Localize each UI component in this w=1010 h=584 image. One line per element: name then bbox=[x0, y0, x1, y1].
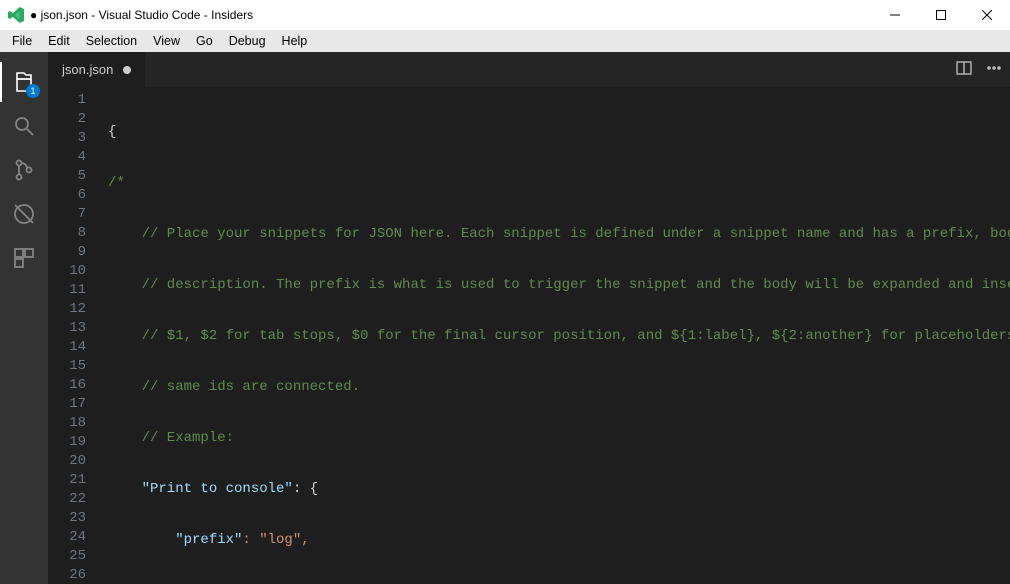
dirty-indicator-icon bbox=[123, 66, 131, 74]
vscode-insiders-icon bbox=[8, 7, 24, 23]
code-text: // Example: bbox=[108, 430, 234, 446]
tab-bar: json.json bbox=[48, 52, 1010, 87]
activity-explorer[interactable]: 1 bbox=[0, 60, 48, 104]
menu-edit[interactable]: Edit bbox=[40, 30, 78, 52]
activity-search[interactable] bbox=[0, 104, 48, 148]
code-text: // same ids are connected. bbox=[108, 379, 360, 395]
activity-bar: 1 bbox=[0, 52, 48, 584]
explorer-badge: 1 bbox=[26, 84, 40, 98]
editor: json.json 1 2 3 4 5 6 7 bbox=[48, 52, 1010, 584]
line-number-gutter: 1 2 3 4 5 6 7 8 9 10 11 12 13 14 15 16 1… bbox=[48, 91, 104, 584]
split-editor-icon[interactable] bbox=[956, 60, 972, 79]
line-number: 21 bbox=[48, 471, 86, 490]
line-number: 26 bbox=[48, 566, 86, 584]
code-area[interactable]: 1 2 3 4 5 6 7 8 9 10 11 12 13 14 15 16 1… bbox=[48, 87, 1010, 584]
line-number: 8 bbox=[48, 224, 86, 243]
code-text: { bbox=[108, 124, 116, 140]
code-text: "Print to console" bbox=[108, 481, 293, 497]
close-button[interactable] bbox=[964, 0, 1010, 30]
line-number: 2 bbox=[48, 110, 86, 129]
menu-bar: File Edit Selection View Go Debug Help bbox=[0, 30, 1010, 52]
code-text: /* bbox=[108, 175, 125, 191]
line-number: 24 bbox=[48, 528, 86, 547]
window-title: ● json.json - Visual Studio Code - Insid… bbox=[30, 8, 253, 22]
line-number: 13 bbox=[48, 319, 86, 338]
menu-view[interactable]: View bbox=[145, 30, 188, 52]
tab-json-json[interactable]: json.json bbox=[48, 52, 145, 87]
tab-label: json.json bbox=[62, 62, 113, 77]
line-number: 14 bbox=[48, 338, 86, 357]
title-bar: ● json.json - Visual Studio Code - Insid… bbox=[0, 0, 1010, 30]
line-number: 4 bbox=[48, 148, 86, 167]
line-number: 17 bbox=[48, 395, 86, 414]
line-number: 20 bbox=[48, 452, 86, 471]
menu-debug[interactable]: Debug bbox=[221, 30, 274, 52]
line-number: 23 bbox=[48, 509, 86, 528]
code-text: // description. The prefix is what is us… bbox=[108, 277, 1010, 293]
line-number: 5 bbox=[48, 167, 86, 186]
code-text: // Place your snippets for JSON here. Ea… bbox=[108, 226, 1010, 242]
more-actions-icon[interactable] bbox=[986, 60, 1002, 79]
menu-go[interactable]: Go bbox=[188, 30, 221, 52]
line-number: 7 bbox=[48, 205, 86, 224]
maximize-button[interactable] bbox=[918, 0, 964, 30]
line-number: 12 bbox=[48, 300, 86, 319]
line-number: 6 bbox=[48, 186, 86, 205]
line-number: 15 bbox=[48, 357, 86, 376]
code-text: // $1, $2 for tab stops, $0 for the fina… bbox=[108, 328, 1010, 344]
line-number: 1 bbox=[48, 91, 86, 110]
line-number: 22 bbox=[48, 490, 86, 509]
line-number: 18 bbox=[48, 414, 86, 433]
line-number: 3 bbox=[48, 129, 86, 148]
activity-extensions[interactable] bbox=[0, 236, 48, 280]
line-number: 19 bbox=[48, 433, 86, 452]
menu-selection[interactable]: Selection bbox=[78, 30, 145, 52]
activity-debug[interactable] bbox=[0, 192, 48, 236]
code-text: "prefix" bbox=[108, 532, 242, 548]
line-number: 11 bbox=[48, 281, 86, 300]
code-content[interactable]: { /* // Place your snippets for JSON her… bbox=[104, 91, 1010, 584]
line-number: 10 bbox=[48, 262, 86, 281]
minimize-button[interactable] bbox=[872, 0, 918, 30]
line-number: 9 bbox=[48, 243, 86, 262]
code-text: : { bbox=[293, 481, 318, 497]
activity-source-control[interactable] bbox=[0, 148, 48, 192]
line-number: 25 bbox=[48, 547, 86, 566]
menu-help[interactable]: Help bbox=[274, 30, 316, 52]
menu-file[interactable]: File bbox=[4, 30, 40, 52]
line-number: 16 bbox=[48, 376, 86, 395]
code-text: : "log", bbox=[242, 532, 309, 548]
